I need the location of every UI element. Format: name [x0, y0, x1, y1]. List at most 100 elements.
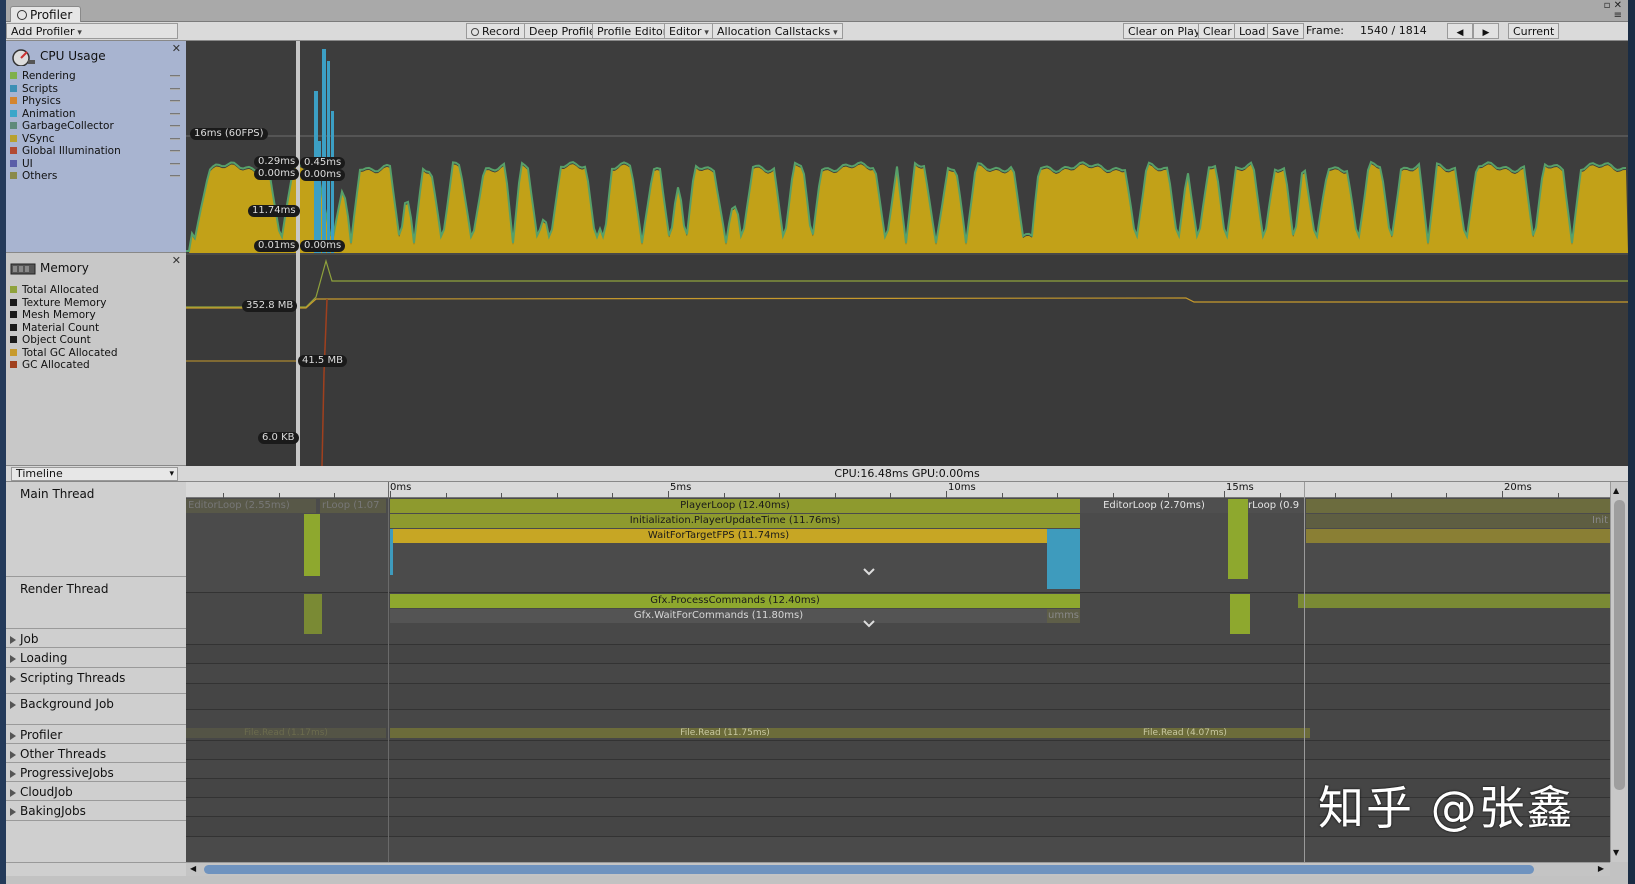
drag-handle-icon[interactable] [170, 100, 180, 102]
wait-block-right[interactable] [1306, 529, 1610, 543]
window-controls[interactable]: ▫ ✕ ≡ [1604, 1, 1622, 21]
thread-main[interactable]: Main Thread [6, 482, 186, 577]
record-button[interactable]: Record [466, 23, 526, 39]
prev-frame-button[interactable]: ◀ [1447, 23, 1473, 39]
drag-handle-icon[interactable] [170, 75, 180, 77]
scroll-right-icon[interactable]: ▶ [1598, 864, 1604, 873]
memory-chart[interactable] [186, 253, 1628, 466]
next-frame-button[interactable]: ▶ [1473, 23, 1499, 39]
legend-item[interactable]: Rendering [10, 70, 76, 83]
thread-group-job[interactable]: Job [6, 629, 186, 648]
editor-loop-block-right[interactable]: EditorLoop (2.70ms) [1080, 499, 1228, 513]
chevron-down-icon[interactable] [863, 568, 875, 576]
rloop-block-right[interactable]: rLoop (0.9 [1248, 499, 1304, 513]
drag-handle-icon[interactable] [170, 87, 180, 90]
thread-render[interactable]: Render Thread [6, 577, 186, 629]
legend-item[interactable]: UI [10, 158, 33, 171]
expand-triangle-icon[interactable] [10, 701, 16, 709]
profiler-tab[interactable]: Profiler [10, 6, 82, 23]
legend-item[interactable]: Object Count [10, 334, 91, 347]
scroll-up-icon[interactable]: ▲ [1613, 486, 1619, 495]
thread-group-scripting[interactable]: Scripting Threads [6, 668, 186, 694]
profiler-charts[interactable]: 16ms (60FPS) 0.29ms 0.45ms 0.00ms 0.00ms… [186, 41, 1628, 466]
drag-handle-icon[interactable] [170, 175, 180, 177]
clear-button[interactable]: Clear [1198, 23, 1237, 39]
file-read-block[interactable]: File.Read (4.07ms) [1060, 728, 1310, 738]
legend-item[interactable]: Scripts [10, 83, 58, 96]
legend-item[interactable]: Texture Memory [10, 297, 106, 310]
legend-item[interactable]: VSync [10, 133, 55, 146]
gfx-wait-block[interactable]: Gfx.WaitForCommands (11.80ms) [390, 609, 1047, 623]
legend-item[interactable]: Animation [10, 108, 76, 121]
expand-triangle-icon[interactable] [10, 808, 16, 816]
legend-item[interactable]: GC Allocated [10, 359, 90, 372]
thread-group-loading[interactable]: Loading [6, 648, 186, 668]
horizontal-scrollbar[interactable]: ◀ ▶ [186, 862, 1610, 876]
init-update-block[interactable]: Initialization.PlayerUpdateTime (11.76ms… [390, 514, 1080, 528]
thread-group-other[interactable]: Other Threads [6, 744, 186, 763]
add-profiler-dropdown[interactable]: Add Profiler [6, 23, 178, 39]
small-block[interactable] [304, 594, 322, 634]
legend-item[interactable]: GarbageCollector [10, 120, 114, 133]
allocation-callstacks-dropdown[interactable]: Allocation Callstacks [712, 23, 843, 39]
profile-editor-button[interactable]: Profile Editor [592, 23, 673, 39]
expand-triangle-icon[interactable] [10, 789, 16, 797]
expand-triangle-icon[interactable] [10, 770, 16, 778]
file-read-block[interactable]: File.Read (1.17ms) [186, 728, 386, 738]
legend-item[interactable]: Others [10, 170, 57, 183]
scroll-down-icon[interactable]: ▼ [1613, 848, 1619, 857]
view-mode-dropdown[interactable]: Timeline [11, 467, 178, 481]
gfx-process-block[interactable]: Gfx.ProcessCommands (12.40ms) [390, 594, 1080, 608]
thread-group-cloud-job[interactable]: CloudJob [6, 782, 186, 801]
file-read-block[interactable]: File.Read (11.75ms) [390, 728, 1060, 738]
legend-item[interactable]: Material Count [10, 322, 99, 335]
cpu-usage-chart[interactable] [186, 41, 1628, 253]
thread-group-baking-jobs[interactable]: BakingJobs [6, 801, 186, 821]
drag-handle-icon[interactable] [170, 137, 180, 140]
gfx-process-block-right[interactable] [1298, 594, 1610, 608]
editor-loop-block[interactable]: EditorLoop (2.55ms) [186, 499, 316, 513]
thread-group-profiler[interactable]: Profiler [6, 725, 186, 744]
wait-fps-block[interactable]: WaitForTargetFPS (11.74ms) [390, 529, 1047, 543]
cpu-usage-module[interactable]: CPU Usage ✕ Rendering Scripts Physics Anima… [6, 41, 186, 253]
expand-triangle-icon[interactable] [10, 636, 16, 644]
thread-group-progressive-jobs[interactable]: ProgressiveJobs [6, 763, 186, 782]
memory-module[interactable]: Memory ✕ Total Allocated Texture Memory Me… [6, 253, 186, 466]
legend-item[interactable]: Total GC Allocated [10, 347, 118, 360]
vertical-scrollbar[interactable]: ▲ ▼ [1610, 482, 1628, 862]
close-icon[interactable]: ✕ [172, 42, 181, 55]
vertical-scroll-thumb[interactable] [1614, 500, 1625, 790]
horizontal-scroll-thumb[interactable] [204, 865, 1534, 874]
small-block[interactable] [1228, 499, 1248, 579]
chevron-down-icon[interactable] [863, 620, 875, 628]
close-icon[interactable]: ✕ [172, 254, 181, 267]
rloop-block[interactable]: rLoop (1.07 [320, 499, 386, 513]
gfx-small-block[interactable]: umms [1047, 609, 1080, 623]
legend-item[interactable]: Physics [10, 95, 61, 108]
drag-handle-icon[interactable] [170, 162, 180, 165]
small-block[interactable] [1230, 594, 1250, 634]
small-block[interactable] [390, 529, 393, 575]
small-block[interactable] [304, 514, 320, 576]
clear-on-play-button[interactable]: Clear on Play [1123, 23, 1206, 39]
drag-handle-icon[interactable] [170, 112, 180, 115]
legend-item[interactable]: Mesh Memory [10, 309, 96, 322]
expand-triangle-icon[interactable] [10, 675, 16, 683]
editor-dropdown[interactable]: Editor [664, 23, 714, 39]
load-button[interactable]: Load [1234, 23, 1271, 39]
save-button[interactable]: Save [1267, 23, 1305, 39]
player-loop-block[interactable]: PlayerLoop (12.40ms) [390, 499, 1080, 513]
scroll-left-icon[interactable]: ◀ [190, 864, 196, 873]
current-frame-button[interactable]: Current [1508, 23, 1560, 39]
drag-handle-icon[interactable] [170, 150, 180, 152]
drag-handle-icon[interactable] [170, 125, 180, 127]
scripts-block[interactable] [1047, 529, 1080, 589]
window-menu-icon[interactable]: ≡ [1614, 10, 1622, 21]
legend-item[interactable]: Total Allocated [10, 284, 99, 297]
expand-triangle-icon[interactable] [10, 732, 16, 740]
legend-item[interactable]: Global Illumination [10, 145, 121, 158]
player-loop-block-right[interactable] [1306, 499, 1610, 513]
init-block-right[interactable]: Init [1306, 514, 1610, 528]
deep-profile-button[interactable]: Deep Profile [524, 23, 601, 39]
expand-triangle-icon[interactable] [10, 655, 16, 663]
